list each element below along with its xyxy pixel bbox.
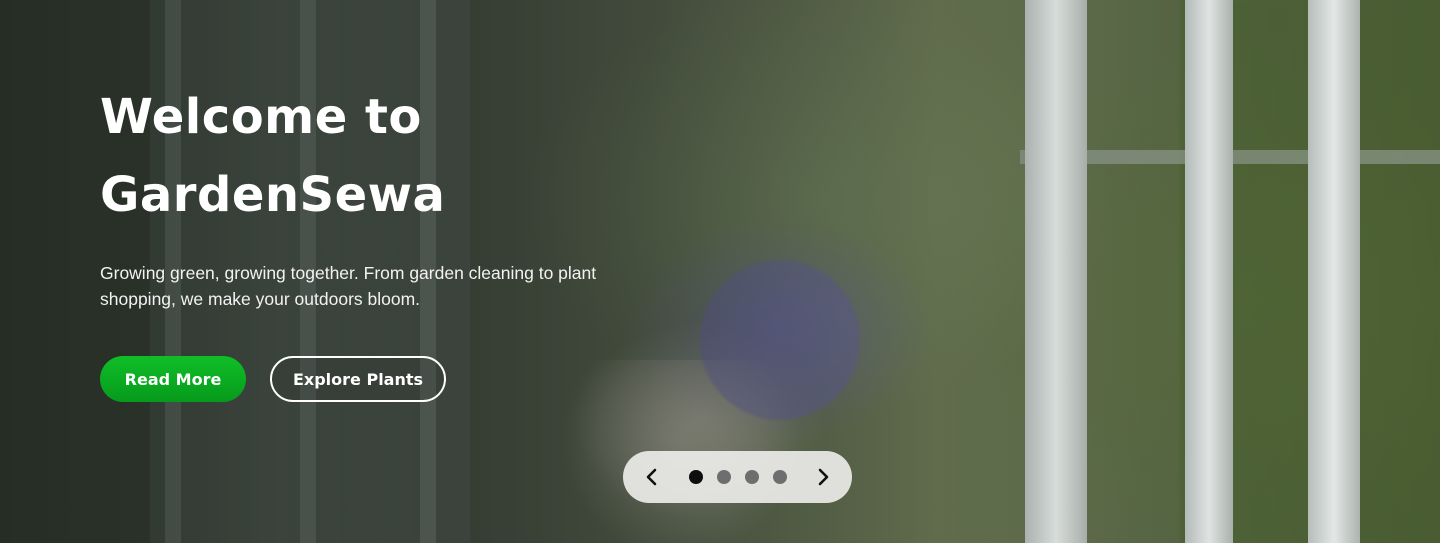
slider-controls bbox=[623, 451, 852, 503]
slider-dot-1[interactable] bbox=[688, 470, 703, 484]
hero-content: Welcome to GardenSewa Growing green, gro… bbox=[100, 78, 660, 402]
slider-dot-4[interactable] bbox=[772, 470, 787, 484]
hero-title: Welcome to GardenSewa bbox=[100, 78, 660, 234]
read-more-button[interactable]: Read More bbox=[100, 356, 246, 402]
hero-buttons: Read More Explore Plants bbox=[100, 356, 660, 402]
slider-dots bbox=[688, 470, 787, 484]
hero-banner: Welcome to GardenSewa Growing green, gro… bbox=[0, 0, 1440, 543]
chevron-right-icon[interactable] bbox=[816, 468, 832, 486]
explore-plants-button[interactable]: Explore Plants bbox=[270, 356, 446, 402]
hero-title-line2: GardenSewa bbox=[100, 167, 446, 223]
hero-subtitle: Growing green, growing together. From ga… bbox=[100, 263, 597, 309]
slider-dot-2[interactable] bbox=[716, 470, 731, 484]
hero-title-line1: Welcome to bbox=[100, 89, 422, 145]
slider-dot-3[interactable] bbox=[744, 470, 759, 484]
chevron-left-icon[interactable] bbox=[643, 468, 659, 486]
